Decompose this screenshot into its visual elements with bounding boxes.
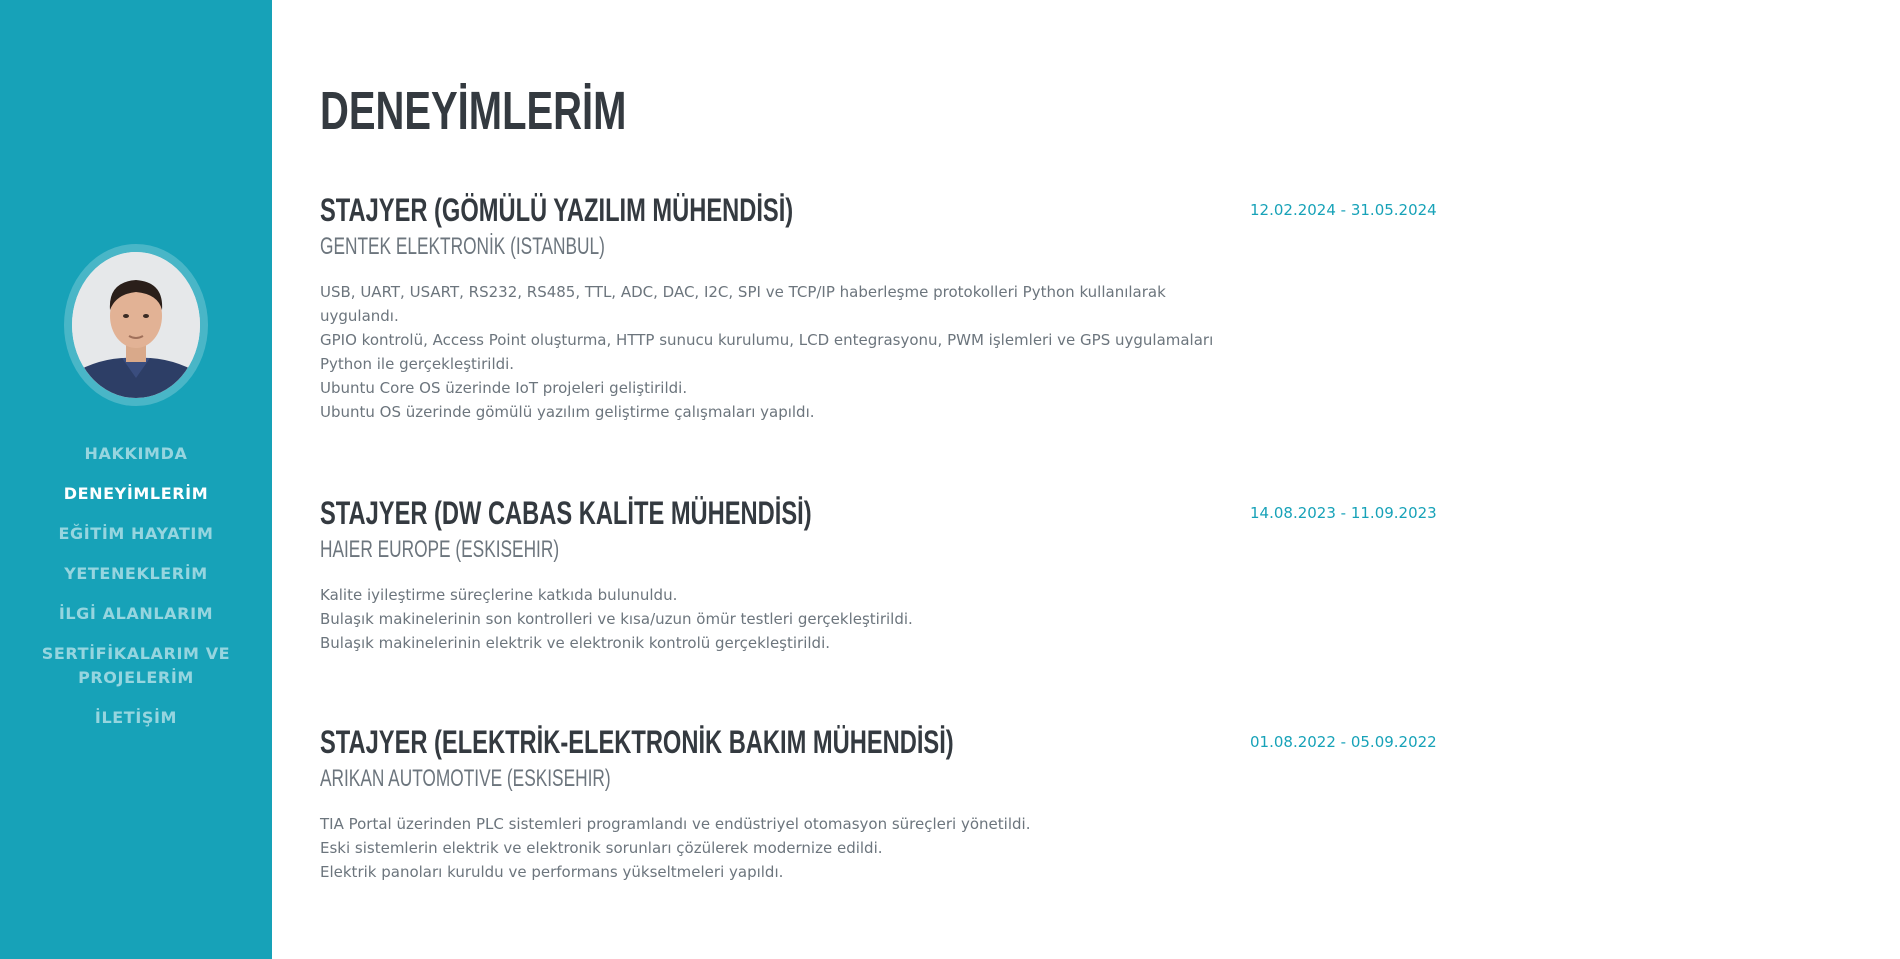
nav-item-ilgi-alanlarim[interactable]: İLGİ ALANLARIM bbox=[0, 594, 272, 634]
experience-line: Kalite iyileştirme süreçlerine katkıda b… bbox=[320, 586, 678, 604]
page-title: DENEYİMLERİM bbox=[320, 81, 627, 141]
sidebar-nav: HAKKIMDA DENEYİMLERİM EĞİTİM HAYATIM YET… bbox=[0, 434, 272, 738]
experience-title: STAJYER (DW CABAS KALİTE MÜHENDİSİ) bbox=[320, 495, 812, 531]
experience-line: GPIO kontrolü, Access Point oluşturma, H… bbox=[320, 331, 1214, 373]
experience-line: TIA Portal üzerinden PLC sistemleri prog… bbox=[320, 815, 1031, 833]
experience-line: Eski sistemlerin elektrik ve elektronik … bbox=[320, 839, 883, 857]
experience-company: ARIKAN AUTOMOTIVE (ESKISEHIR) bbox=[320, 765, 611, 792]
experience-company: GENTEK ELEKTRONİK (ISTANBUL) bbox=[320, 233, 605, 260]
experience-line: Elektrik panoları kuruldu ve performans … bbox=[320, 863, 784, 881]
experience-title: STAJYER (ELEKTRİK-ELEKTRONİK BAKIM MÜHEN… bbox=[320, 724, 954, 760]
experience-description: USB, UART, USART, RS232, RS485, TTL, ADC… bbox=[320, 280, 1220, 424]
nav-item-hakkimda[interactable]: HAKKIMDA bbox=[0, 434, 272, 474]
experience-company: HAIER EUROPE (ESKISEHIR) bbox=[320, 536, 560, 563]
nav-item-iletisim[interactable]: İLETİŞİM bbox=[0, 698, 272, 738]
nav-item-egitim-hayatim[interactable]: EĞİTİM HAYATIM bbox=[0, 514, 272, 554]
nav-item-deneyimlerim[interactable]: DENEYİMLERİM bbox=[0, 474, 272, 514]
experience-date: 14.08.2023 - 11.09.2023 bbox=[1250, 504, 1437, 522]
main-content: DENEYİMLERİM STAJYER (GÖMÜLÜ YAZILIM MÜH… bbox=[320, 0, 1440, 959]
experience-content: STAJYER (ELEKTRİK-ELEKTRONİK BAKIM MÜHEN… bbox=[320, 722, 1220, 884]
nav-item-sertifikalarim-ve-projelerim[interactable]: SERTİFİKALARIM VE PROJELERİM bbox=[0, 634, 272, 698]
experience-content: STAJYER (GÖMÜLÜ YAZILIM MÜHENDİSİ) GENTE… bbox=[320, 190, 1220, 424]
experience-date: 01.08.2022 - 05.09.2022 bbox=[1250, 733, 1437, 751]
sidebar: HAKKIMDA DENEYİMLERİM EĞİTİM HAYATIM YET… bbox=[0, 0, 272, 959]
experience-description: Kalite iyileştirme süreçlerine katkıda b… bbox=[320, 583, 1220, 655]
experience-line: Bulaşık makinelerinin elektrik ve elektr… bbox=[320, 634, 830, 652]
experience-item: STAJYER (DW CABAS KALİTE MÜHENDİSİ) HAIE… bbox=[320, 493, 1440, 655]
avatar bbox=[72, 252, 200, 398]
experience-item: STAJYER (GÖMÜLÜ YAZILIM MÜHENDİSİ) GENTE… bbox=[320, 190, 1440, 424]
experience-line: Bulaşık makinelerinin son kontrolleri ve… bbox=[320, 610, 913, 628]
experience-item: STAJYER (ELEKTRİK-ELEKTRONİK BAKIM MÜHEN… bbox=[320, 722, 1440, 884]
experience-line: USB, UART, USART, RS232, RS485, TTL, ADC… bbox=[320, 283, 1166, 325]
nav-item-yeteneklerim[interactable]: YETENEKLERİM bbox=[0, 554, 272, 594]
experience-date: 12.02.2024 - 31.05.2024 bbox=[1250, 201, 1437, 219]
experience-title: STAJYER (GÖMÜLÜ YAZILIM MÜHENDİSİ) bbox=[320, 192, 794, 228]
experience-content: STAJYER (DW CABAS KALİTE MÜHENDİSİ) HAIE… bbox=[320, 493, 1220, 655]
avatar-frame bbox=[64, 244, 208, 406]
experience-description: TIA Portal üzerinden PLC sistemleri prog… bbox=[320, 812, 1220, 884]
experience-line: Ubuntu OS üzerinde gömülü yazılım gelişt… bbox=[320, 403, 815, 421]
experience-line: Ubuntu Core OS üzerinde IoT projeleri ge… bbox=[320, 379, 688, 397]
